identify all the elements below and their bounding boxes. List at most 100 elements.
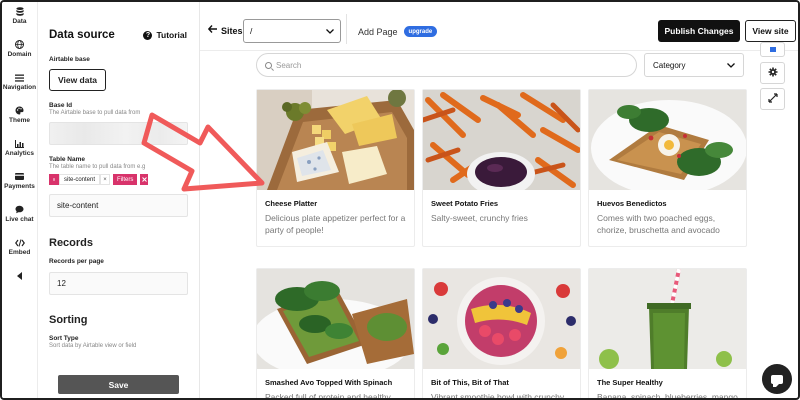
table-name-label: Table Name — [49, 156, 86, 163]
huevos-benedictos-image — [589, 90, 746, 190]
records-per-page-label: Records per page — [49, 258, 104, 265]
rail-item-payments[interactable]: Payments — [2, 167, 37, 200]
back-label: Sites — [221, 25, 243, 36]
palette-icon — [15, 106, 25, 115]
records-title: Records — [49, 237, 94, 249]
smashed-avo-image — [257, 269, 414, 369]
rail-label: Analytics — [5, 150, 34, 157]
grid-icon — [49, 174, 59, 185]
panel-title: Data source — [49, 29, 115, 41]
cheese-platter-image — [257, 90, 414, 190]
card-title: Sweet Potato Fries — [431, 199, 499, 208]
rail-label: Navigation — [2, 84, 37, 91]
base-id-label: Base Id — [49, 102, 73, 109]
live-chat-button[interactable] — [762, 364, 792, 394]
search-icon — [265, 61, 272, 69]
records-per-page-field[interactable]: 12 — [49, 272, 188, 295]
icon-rail: Data Domain Navigation Theme Analytics P… — [2, 2, 38, 398]
card-huevos-benedictos[interactable]: Huevos Benedictos Comes with two poached… — [588, 89, 747, 247]
add-page-button[interactable]: Add Page upgrade — [358, 26, 438, 37]
search-placeholder: Search — [276, 60, 302, 70]
table-name-help: The table name to pull data from e.g — [49, 164, 146, 170]
rail-item-domain[interactable]: Domain — [2, 35, 37, 68]
card-bit-of-this[interactable]: Bit of This, Bit of That Vibrant smoothi… — [422, 268, 581, 400]
expand-icon — [767, 90, 778, 108]
base-id-field[interactable] — [49, 122, 188, 145]
tutorial-link[interactable]: ? Tutorial — [143, 30, 187, 40]
sort-type-help: Sort data by Airtable view or field — [49, 343, 137, 349]
card-title: Huevos Benedictos — [597, 199, 667, 208]
rail-label: Embed — [8, 249, 31, 256]
chat-bubble-icon — [771, 374, 783, 387]
filter-clear-icon[interactable] — [140, 174, 149, 185]
card-description: Banana, spinach, blueberries, mango — [597, 392, 738, 400]
chevron-down-icon — [326, 26, 334, 36]
card-description: Comes with two poached eggs, chorize, br… — [597, 213, 720, 235]
top-bar: Sites / Add Page upgrade Publish Changes… — [200, 2, 798, 51]
rail-item-data[interactable]: Data — [2, 2, 37, 35]
rail-item-embed[interactable]: Embed — [2, 233, 37, 266]
chip-close-icon[interactable]: × — [100, 174, 111, 185]
rail-label: Data — [12, 18, 27, 25]
card-description: Vibrant smoothie bowl with crunchy — [431, 392, 565, 400]
card-super-healthy[interactable]: The Super Healthy Banana, spinach, blueb… — [588, 268, 747, 400]
rail-label: Live chat — [5, 216, 34, 223]
rail-item-theme[interactable]: Theme — [2, 101, 37, 134]
database-icon — [15, 7, 25, 16]
base-id-help: The Airtable base to pull data from — [49, 110, 141, 116]
card-sweet-potato-fries[interactable]: Sweet Potato Fries Salty-sweet, crunchy … — [422, 89, 581, 247]
table-name-field[interactable]: site-content — [49, 194, 188, 217]
chevron-down-icon — [727, 61, 735, 70]
sort-type-label: Sort Type — [49, 335, 79, 342]
collapse-arrow-icon — [15, 271, 25, 280]
card-cheese-platter[interactable]: Cheese Platter Delicious plate appetizer… — [256, 89, 415, 247]
divider — [346, 14, 347, 44]
panel-header: Data source ? Tutorial — [49, 29, 187, 41]
card-description: Delicious plate appetizer perfect for a … — [265, 213, 406, 235]
view-data-button[interactable]: View data — [49, 69, 106, 91]
card-title: The Super Healthy — [597, 378, 663, 387]
category-select[interactable]: Category — [644, 53, 744, 77]
settings-tool-button[interactable] — [760, 62, 785, 84]
save-button[interactable]: Save — [58, 375, 179, 394]
view-site-button[interactable]: View site — [745, 20, 796, 42]
rail-item-live-chat[interactable]: Live chat — [2, 200, 37, 233]
rail-label: Payments — [4, 183, 35, 190]
green-smoothie-image — [589, 269, 746, 369]
app-frame: Data Domain Navigation Theme Analytics P… — [0, 0, 800, 400]
back-to-sites[interactable]: Sites — [207, 25, 243, 36]
rail-item-analytics[interactable]: Analytics — [2, 134, 37, 167]
table-chip[interactable]: site-content — [59, 174, 101, 185]
add-page-label: Add Page — [358, 26, 398, 37]
card-title: Cheese Platter — [265, 199, 318, 208]
search-input[interactable]: Search — [256, 53, 637, 77]
expand-tool-button[interactable] — [760, 88, 785, 110]
card-description: Salty-sweet, crunchy fries — [431, 213, 528, 223]
rail-label: Theme — [9, 117, 30, 124]
bar-chart-icon — [15, 139, 25, 148]
card-title: Bit of This, Bit of That — [431, 378, 509, 387]
sweet-potato-fries-image — [423, 90, 580, 190]
tutorial-label: Tutorial — [156, 30, 187, 40]
sorting-title: Sorting — [49, 314, 88, 326]
globe-icon — [15, 40, 25, 49]
layout-tool-button[interactable] — [760, 42, 785, 57]
chat-icon — [15, 205, 25, 214]
arrow-left-icon — [207, 25, 217, 36]
page-select[interactable]: / — [243, 19, 341, 43]
rail-item-collapse[interactable] — [2, 266, 37, 299]
rail-label: Domain — [7, 51, 32, 58]
layout-icon — [769, 47, 776, 52]
card-smashed-avo[interactable]: Smashed Avo Topped With Spinach Packed f… — [256, 268, 415, 400]
filters-chip[interactable]: Filters — [113, 174, 138, 185]
upgrade-badge[interactable]: upgrade — [403, 26, 438, 37]
data-source-panel: Data source ? Tutorial Airtable base Vie… — [38, 2, 200, 398]
card-title: Smashed Avo Topped With Spinach — [265, 378, 393, 387]
card-description: Packed full of protein and healthy fats — [265, 392, 391, 400]
airtable-base-label: Airtable base — [49, 56, 90, 63]
credit-card-icon — [15, 172, 25, 181]
rail-item-navigation[interactable]: Navigation — [2, 68, 37, 101]
code-icon — [14, 238, 25, 247]
publish-changes-button[interactable]: Publish Changes — [658, 20, 740, 42]
help-icon: ? — [143, 30, 153, 40]
